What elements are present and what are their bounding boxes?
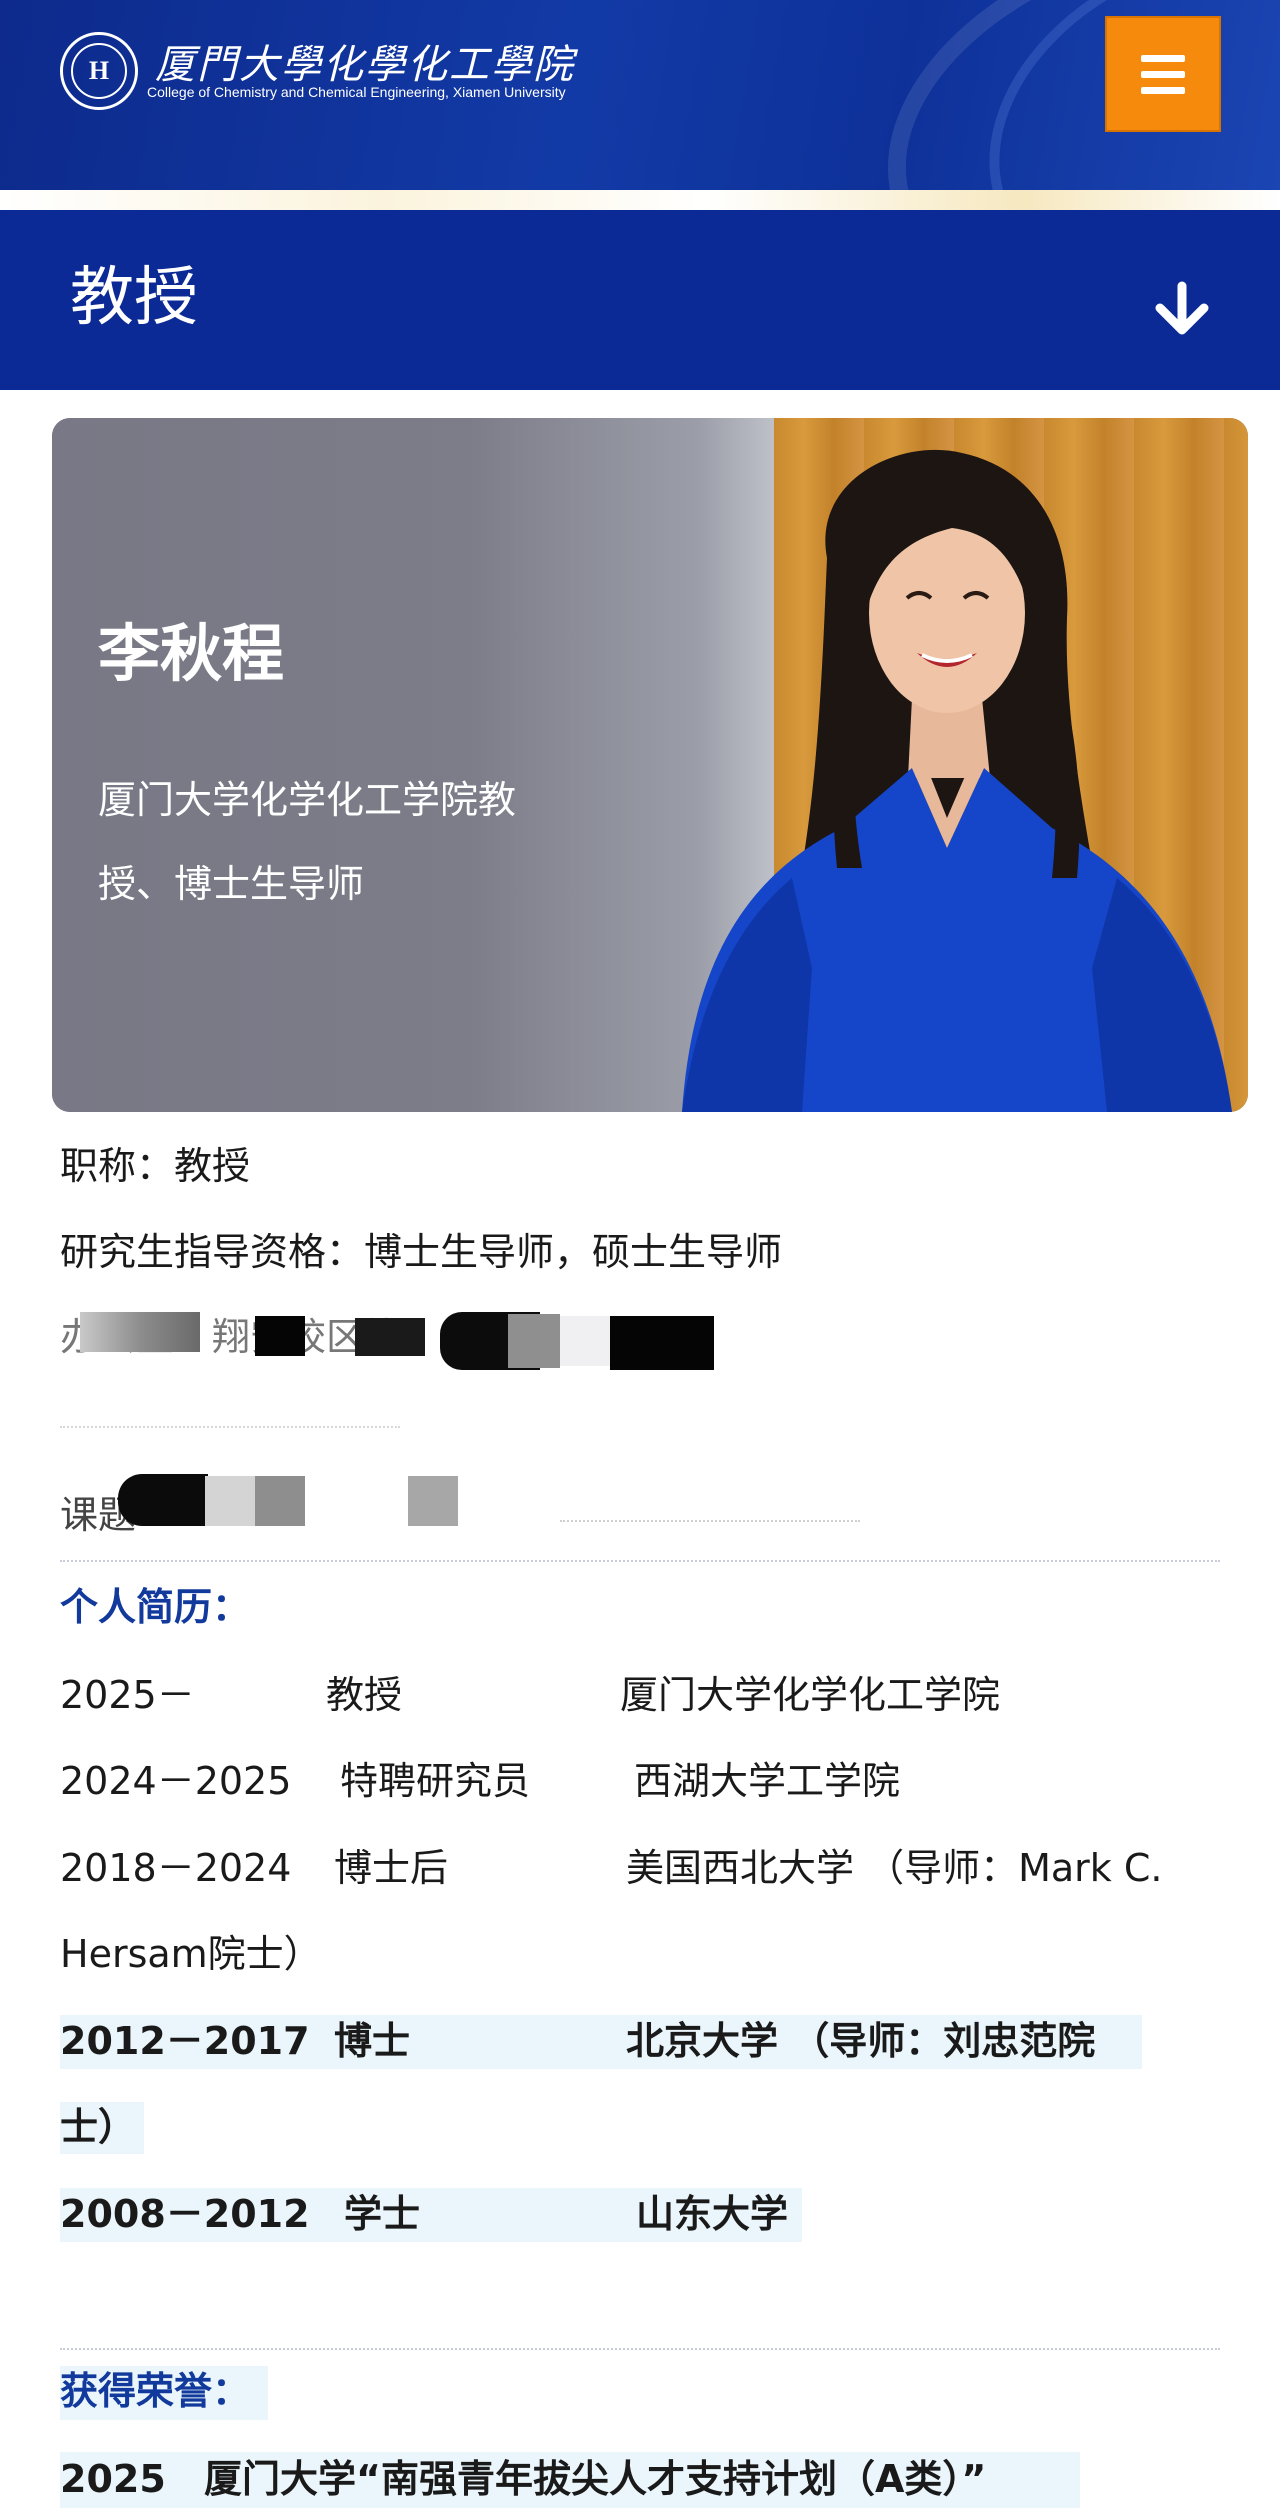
redacted-block [560,1316,610,1366]
hamburger-menu-icon [1141,86,1185,94]
resume-years: 2018－2024 [60,1846,292,1890]
resume-org-continued: Hersam院士） [60,1932,322,1976]
category-bar[interactable]: 教授 [0,210,1280,390]
arrow-down-icon[interactable] [1152,280,1212,340]
title-line: 职称：教授 [60,1144,251,1188]
resume-years: 2008－2012 [60,2192,310,2236]
resume-position: 博士 [334,2019,411,2063]
section-divider [60,1560,1220,1562]
advisor-line: 研究生指导资格：博士生导师，硕士生导师 [60,1230,783,1274]
redacted-block [60,1418,400,1428]
redacted-block [80,1312,200,1352]
resume-years: 2012－2017 [60,2019,310,2063]
redacted-block [355,1318,425,1356]
university-logo-icon[interactable]: H [60,32,138,110]
redacted-block [560,1512,860,1522]
redacted-block [610,1316,714,1370]
profile-photo [682,449,1232,1112]
resume-org: 西湖大学工学院 [634,1759,901,1803]
resume-org: 北京大学 （导师：刘忠范院 [626,2019,1096,2063]
header-divider [0,190,1280,210]
resume-years: 2025－ [60,1673,195,1717]
hamburger-menu-icon [1141,70,1185,78]
profile-card: 李秋程 厦门大学化学化工学院教授、博士生导师 [52,418,1248,1112]
profile-role: 厦门大学化学化工学院教授、博士生导师 [98,778,517,906]
redacted-block [508,1314,560,1368]
resume-position: 博士后 [334,1846,449,1890]
resume-position: 教授 [326,1673,403,1717]
honor-text: 厦门大学“南强青年拔尖人才支持计划（A类）” [204,2457,987,2501]
hamburger-menu-button[interactable] [1105,16,1221,132]
resume-org: 美国西北大学 （导师：Mark C. [626,1846,1163,1890]
redacted-block [255,1316,305,1356]
redacted-block [118,1474,208,1526]
resume-org: 山东大学 [636,2192,789,2236]
redacted-block [255,1476,305,1526]
resume-org-continued: 士） [60,2105,137,2149]
profile-name: 李秋程 [98,617,285,690]
college-name-cn[interactable]: 厦門大學化學化工學院 [155,32,575,90]
honors-heading: 获得荣誉： [60,2369,251,2413]
site-header: H 厦門大學化學化工學院 College of Chemistry and Ch… [0,0,1280,190]
honor-year: 2025 [60,2457,166,2501]
resume-heading: 个人简历： [60,1585,251,1629]
redacted-block [205,1476,255,1526]
category-title: 教授 [70,261,198,335]
hamburger-menu-icon [1141,54,1185,62]
resume-org: 厦门大学化学化工学院 [620,1673,1001,1717]
resume-years: 2024－2025 [60,1759,292,1803]
section-divider [60,2348,1220,2350]
redacted-block [408,1476,458,1526]
resume-position: 特聘研究员 [340,1759,531,1803]
resume-position: 学士 [344,2192,421,2236]
college-name-en: College of Chemistry and Chemical Engine… [147,84,566,100]
